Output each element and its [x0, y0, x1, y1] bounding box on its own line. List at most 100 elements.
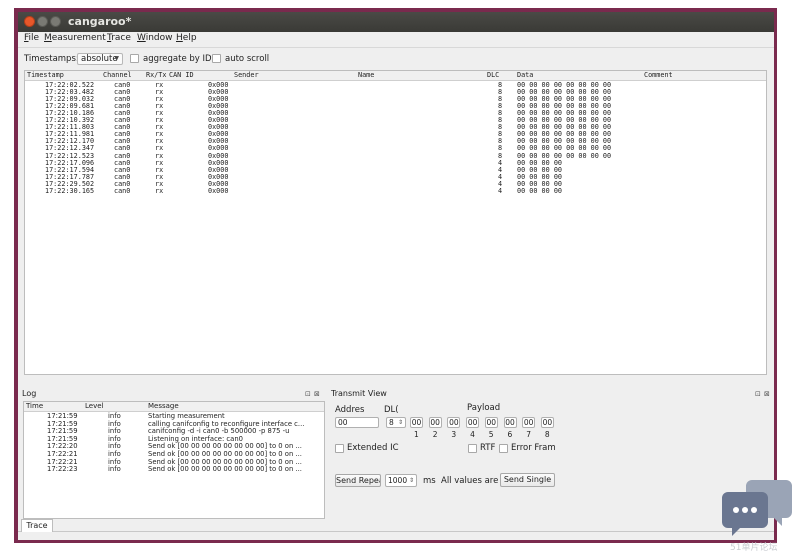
table-row[interactable]: 17:22:10.392 can0 rx 0x000 8 00 00 00 00 00 0… — [25, 117, 766, 124]
menu-window[interactable]: Window — [137, 33, 173, 43]
payload-byte-input[interactable]: 00 — [522, 417, 536, 428]
table-row[interactable]: 17:22:12.523 can0 rx 0x000 8 00 00 00 00 00 0… — [25, 152, 766, 160]
col-data[interactable]: Data — [517, 71, 533, 79]
watermark-text: 51单片论坛 — [730, 543, 778, 553]
col-sender[interactable]: Sender — [234, 71, 259, 79]
cell-can-id: 0x000 — [208, 186, 229, 195]
table-row[interactable]: 17:22:17.787 can0 rx 0x000 4 00 00 00 00 — [25, 173, 766, 181]
address-input[interactable]: 00 — [335, 417, 379, 428]
table-row[interactable]: 17:22:17.096 can0 rx 0x000 4 00 00 00 00 — [25, 159, 766, 167]
chat-logo-icon — [722, 480, 792, 536]
log-close-icon[interactable]: ⊠ — [314, 390, 320, 398]
menu-trace[interactable]: Trace — [107, 33, 131, 43]
cell-timestamp: 17:22:30.165 — [45, 186, 95, 195]
log-row[interactable]: 17:22:23 info Send ok [00 00 00 00 00 00 0… — [24, 466, 324, 473]
payload-byte-input[interactable]: 00 — [410, 417, 423, 428]
interval-spinbox-value: 1000 — [388, 476, 408, 485]
log-cell-level: info — [108, 450, 121, 458]
col-channel[interactable]: Channel — [103, 71, 132, 79]
table-row[interactable]: 17:22:02.522 can0 rx 0x000 8 00 00 00 00 00 0… — [25, 82, 766, 89]
close-window-icon[interactable] — [24, 16, 35, 27]
log-col-time[interactable]: Time — [26, 402, 43, 410]
payload-byte-index: 4 — [470, 430, 475, 439]
dlc-label: DL( — [384, 405, 399, 415]
table-row[interactable]: 17:22:09.032 can0 rx 0x000 8 00 00 00 00 00 0… — [25, 96, 766, 103]
log-row[interactable]: 17:21:59 info Starting measurement — [24, 413, 324, 420]
table-row[interactable]: 17:22:11.803 can0 rx 0x000 8 00 00 00 00 00 0… — [25, 124, 766, 131]
tab-trace[interactable]: Trace — [21, 519, 53, 532]
menu-measurement[interactable]: Measurement — [44, 33, 106, 43]
table-row[interactable]: 17:22:03.482 can0 rx 0x000 8 00 00 00 00 00 0… — [25, 89, 766, 96]
minimize-window-icon[interactable] — [37, 16, 48, 27]
log-cell-message: Starting measurement — [148, 412, 225, 420]
payload-byte-input[interactable]: 00 — [540, 417, 554, 428]
autoscroll-label: auto scroll — [225, 54, 270, 64]
window-title: cangaroo* — [68, 15, 132, 28]
aggregate-label: aggregate by ID — [143, 54, 212, 64]
tab-bar-divider — [18, 531, 774, 532]
send-repeat-button[interactable]: Send Repea — [335, 474, 381, 487]
col-rxtx[interactable]: Rx/Tx — [146, 71, 166, 79]
chevron-down-icon: ▼ — [114, 55, 119, 62]
trace-table-header: Timestamp Channel Rx/Tx CAN ID Sender Na… — [25, 71, 766, 81]
trace-table[interactable]: Timestamp Channel Rx/Tx CAN ID Sender Na… — [24, 70, 767, 375]
menu-file[interactable]: File — [24, 33, 39, 43]
aggregate-checkbox[interactable] — [130, 54, 139, 63]
log-table-header: Time Level Message — [24, 402, 324, 412]
payload-byte-input[interactable]: 00 — [428, 417, 442, 428]
log-cell-level: info — [108, 465, 121, 474]
title-bar[interactable]: cangaroo* — [18, 12, 774, 32]
col-timestamp[interactable]: Timestamp — [27, 71, 64, 79]
transmit-close-icon[interactable]: ⊠ — [764, 390, 770, 398]
menu-help[interactable]: Help — [176, 33, 197, 43]
table-row[interactable]: 17:22:11.981 can0 rx 0x000 8 00 00 00 00 00 0… — [25, 131, 766, 138]
timestamps-label: Timestamps: — [24, 54, 79, 64]
log-cell-level: info — [108, 412, 121, 420]
payload-byte-index: 1 — [414, 430, 419, 439]
send-single-button[interactable]: Send Single — [500, 473, 555, 487]
trace-toolbar: Timestamps: absolute ▼ aggregate by ID a… — [18, 48, 774, 70]
col-can-id[interactable]: CAN ID — [169, 71, 194, 79]
extended-id-checkbox[interactable] — [335, 444, 344, 453]
payload-byte-index: 5 — [488, 430, 494, 439]
table-row[interactable]: 17:22:10.186 can0 rx 0x000 8 00 00 00 00 00 0… — [25, 110, 766, 117]
payload-byte-input[interactable]: 00 — [484, 417, 498, 428]
error-frame-checkbox[interactable] — [499, 444, 508, 453]
log-row[interactable]: 17:22:21 info Send ok [00 00 00 00 00 00 0… — [24, 451, 324, 458]
col-name[interactable]: Name — [358, 71, 374, 79]
payload-byte-index: 3 — [451, 430, 457, 439]
log-float-icon[interactable]: ⊡ — [305, 390, 311, 398]
timestamps-select[interactable]: absolute ▼ — [77, 53, 123, 65]
table-row[interactable]: 17:22:12.170 can0 rx 0x000 8 00 00 00 00 00 0… — [25, 138, 766, 145]
payload-byte-input[interactable]: 00 — [466, 417, 480, 428]
col-dlc[interactable]: DLC — [487, 71, 499, 79]
payload-byte-input[interactable]: 00 — [447, 417, 461, 428]
transmit-float-icon[interactable]: ⊡ — [755, 390, 761, 398]
transmit-panel-title: Transmit View — [331, 389, 387, 398]
spin-arrows-icon: ⇕ — [408, 477, 414, 484]
maximize-window-icon[interactable] — [50, 16, 61, 27]
payload-byte-input[interactable]: 00 — [503, 417, 517, 428]
table-row[interactable]: 17:22:09.681 can0 rx 0x000 8 00 00 00 00 00 0… — [25, 103, 766, 110]
autoscroll-checkbox[interactable] — [212, 54, 221, 63]
spin-arrows-icon: ⇕ — [397, 419, 403, 426]
rtr-label: RTF — [480, 443, 496, 453]
payload-byte-index: 6 — [507, 430, 513, 439]
dlc-spinbox[interactable]: 8 ⇕ — [386, 417, 406, 428]
payload-byte-index: 2 — [432, 430, 438, 439]
log-cell-time: 17:22:21 — [47, 450, 78, 458]
log-col-message[interactable]: Message — [148, 402, 179, 410]
table-row[interactable]: 17:22:29.502 can0 rx 0x000 4 00 00 00 00 — [25, 180, 766, 188]
cell-channel: can0 — [114, 186, 131, 195]
table-row[interactable]: 17:22:17.594 can0 rx 0x000 4 00 00 00 00 — [25, 166, 766, 174]
table-row[interactable]: 17:22:12.347 can0 rx 0x000 8 00 00 00 00 00 0… — [25, 145, 766, 152]
payload-label: Payload — [467, 403, 501, 413]
log-col-level[interactable]: Level — [85, 402, 103, 410]
col-comment[interactable]: Comment — [644, 71, 673, 79]
table-row[interactable]: 17:22:30.165 can0 rx 0x000 4 00 00 00 00 — [25, 186, 766, 195]
log-table[interactable]: Time Level Message 17:21:59 info Starting … — [23, 401, 325, 519]
interval-spinbox[interactable]: 1000 ⇕ — [385, 474, 417, 487]
rtr-checkbox[interactable] — [468, 444, 477, 453]
timestamps-select-value: absolute — [81, 54, 118, 64]
extended-id-label: Extended IC — [347, 443, 399, 453]
